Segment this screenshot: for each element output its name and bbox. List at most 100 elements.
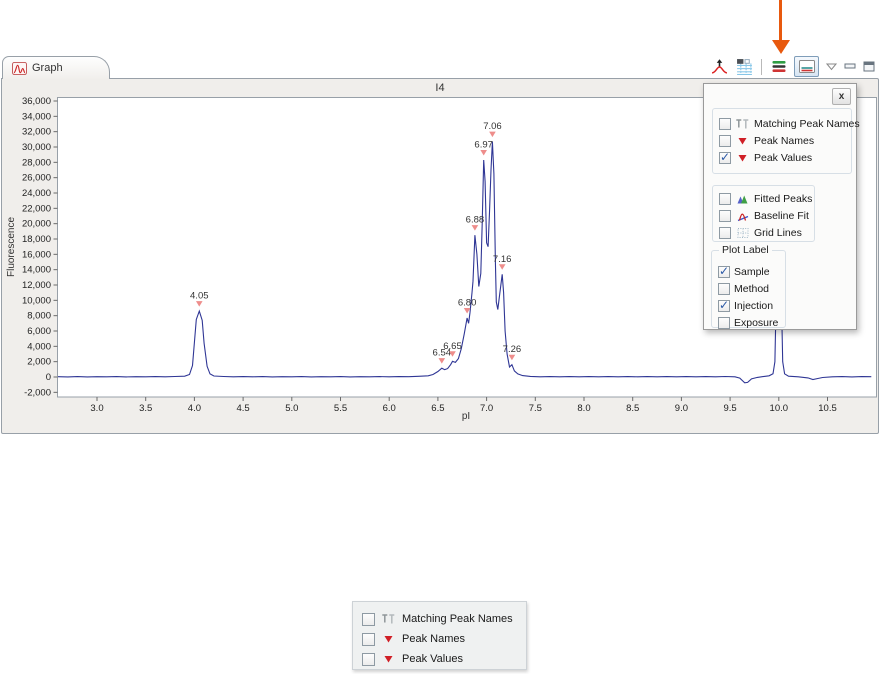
y-tick-label: 36,000 (22, 96, 51, 107)
peak-values-label: Peak Values (402, 653, 463, 665)
annotation-arrow-line (779, 0, 782, 41)
peak-names-icon (381, 633, 396, 645)
matching-peak-names-checkbox[interactable] (362, 612, 375, 626)
grid-lines-checkbox[interactable] (719, 226, 731, 239)
matching-peak-names-icon (735, 118, 750, 130)
matching-peak-names-checkbox[interactable] (719, 117, 731, 130)
x-tick-label: 7.5 (529, 403, 542, 414)
peak-values-icon (735, 152, 750, 164)
baseline-fit-label: Baseline Fit (754, 209, 809, 222)
toolbar-separator (761, 58, 762, 75)
y-tick-label: 28,000 (22, 157, 51, 168)
annotation-arrow-head (772, 40, 790, 54)
view-toolbar (709, 55, 876, 78)
x-tick-label: 6.0 (383, 403, 396, 414)
peak-names-checkbox[interactable] (362, 632, 375, 646)
x-tick-label: 9.5 (723, 403, 736, 414)
matching-peak-names-label: Matching Peak Names (402, 613, 513, 625)
y-tick-label: 16,000 (22, 249, 51, 260)
peak-annotation-tool-button[interactable] (734, 57, 754, 77)
y-tick-label: 34,000 (22, 111, 51, 122)
chart-title: I4 (435, 82, 444, 94)
x-tick-label: 9.0 (675, 403, 688, 414)
peak-marker-tool-button[interactable] (709, 57, 729, 77)
baseline-fit-icon (735, 210, 750, 222)
method-checkbox[interactable] (718, 282, 730, 295)
row-peak-values: Peak Values (719, 149, 851, 166)
x-tick-label: 4.5 (236, 403, 249, 414)
peak-display-options-popup: x Matching Peak Names Peak Names Peak Valu… (703, 83, 860, 331)
grid-lines-label: Grid Lines (754, 226, 802, 239)
maximize-view-button[interactable] (862, 57, 876, 77)
baseline-fit-checkbox[interactable] (719, 209, 731, 222)
row-matching-peak-names: Matching Peak Names (362, 609, 526, 629)
x-axis-label: pI (462, 411, 470, 422)
peak-values-label: Peak Values (754, 151, 813, 164)
plot-label-group: Plot Label Sample Method Injection Exposure (711, 244, 786, 331)
y-tick-label: 12,000 (22, 280, 51, 291)
peak-names-label: Peak Names (754, 134, 815, 147)
y-tick-label: 18,000 (22, 234, 51, 245)
y-tick-label: 2,000 (27, 357, 51, 368)
peak-value-label: 7.06 (483, 121, 502, 132)
y-tick-label: -2,000 (24, 387, 51, 398)
peak-value-label: 4.05 (190, 291, 209, 302)
peak-value-label: 7.26 (503, 344, 522, 355)
fitted-peaks-checkbox[interactable] (719, 192, 731, 205)
x-tick-label: 7.0 (480, 403, 493, 414)
fitted-peaks-icon (735, 193, 750, 205)
peak-value-label: 6.88 (466, 215, 485, 226)
minimize-view-button[interactable] (843, 57, 857, 77)
y-tick-label: 30,000 (22, 142, 51, 153)
row-peak-values: Peak Values (362, 649, 526, 669)
x-tick-label: 5.0 (285, 403, 298, 414)
peak-values-icon (381, 653, 396, 665)
y-tick-label: 0 (46, 372, 51, 383)
x-tick-label: 6.5 (431, 403, 444, 414)
x-tick-label: 8.5 (626, 403, 639, 414)
peak-values-checkbox[interactable] (719, 150, 731, 164)
peak-names-checkbox[interactable] (719, 134, 731, 147)
y-tick-label: 26,000 (22, 173, 51, 184)
y-tick-label: 20,000 (22, 219, 51, 230)
matching-peak-names-icon (381, 613, 396, 625)
y-tick-label: 4,000 (27, 341, 51, 352)
plot-label-group-title: Plot Label (719, 244, 772, 256)
x-tick-label: 10.5 (818, 403, 837, 414)
view-menu-chevron-icon[interactable] (824, 57, 838, 77)
tab-graph[interactable]: Graph (2, 56, 110, 79)
sample-label: Sample (734, 265, 770, 278)
exposure-checkbox[interactable] (718, 316, 730, 329)
row-fitted-peaks: Fitted Peaks (719, 190, 814, 207)
sample-checkbox[interactable] (718, 264, 730, 278)
peak-names-label: Peak Names (402, 633, 465, 645)
overlays-group: Fitted Peaks Baseline Fit Grid Lines (712, 185, 815, 242)
stacked-traces-icon (772, 61, 786, 72)
y-tick-label: 24,000 (22, 188, 51, 199)
stacked-traces-button[interactable] (769, 57, 789, 77)
row-baseline-fit: Baseline Fit (719, 207, 814, 224)
row-peak-names: Peak Names (362, 629, 526, 649)
graph-tab-icon (12, 61, 27, 75)
y-axis-label: Fluorescence (6, 217, 17, 277)
row-grid-lines: Grid Lines (719, 224, 814, 241)
peak-value-label: 6.80 (458, 297, 477, 308)
y-tick-label: 8,000 (27, 311, 51, 322)
peak-marker-tool-icon (711, 59, 727, 74)
row-sample: Sample (718, 263, 785, 280)
x-tick-label: 10.0 (770, 403, 789, 414)
y-tick-label: 6,000 (27, 326, 51, 337)
row-exposure: Exposure (718, 314, 785, 331)
peak-labels-group: Matching Peak Names Peak Names Peak Values (712, 108, 860, 174)
injection-checkbox[interactable] (718, 298, 730, 312)
peak-value-label: 6.65 (443, 341, 462, 352)
peak-values-checkbox[interactable] (362, 652, 375, 666)
maximize-icon (863, 61, 875, 72)
x-tick-label: 8.0 (577, 403, 590, 414)
matching-peak-names-label: Matching Peak Names (754, 117, 860, 130)
row-matching-peak-names: Matching Peak Names (719, 115, 860, 132)
overlay-traces-button[interactable] (794, 56, 819, 77)
close-icon[interactable]: x (832, 88, 851, 105)
row-method: Method (718, 280, 785, 297)
injection-label: Injection (734, 299, 774, 312)
